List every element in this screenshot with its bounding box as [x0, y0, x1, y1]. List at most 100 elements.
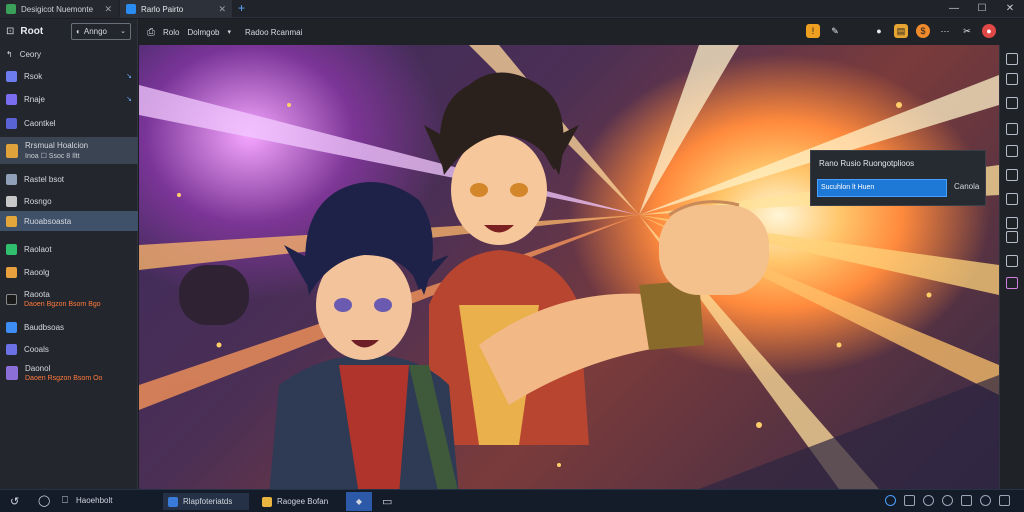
tools-icon[interactable]: ✂ — [960, 24, 974, 38]
maximize-icon[interactable]: ☐ — [968, 0, 996, 18]
toolbar: ⎙ Rolo Dolmgob ▾ Radoo Rcanmai ! ✎ ● ▤ $… — [139, 19, 1024, 45]
item-icon — [6, 321, 17, 333]
sidebar-item[interactable]: Baudbsoas — [0, 319, 138, 335]
sidebar-item[interactable]: Raoota Daoen Bgzon Bsom Bgo — [0, 287, 138, 311]
sidebar-item-label: Rastel bsot — [24, 174, 65, 184]
chat-icon[interactable]: ◯ — [38, 494, 50, 507]
gallery-icon[interactable] — [961, 495, 972, 506]
sidebar-item[interactable]: Caontkel — [0, 115, 138, 131]
chevron-down-icon: ⌄ — [120, 28, 126, 35]
active-app-icon[interactable]: ◆ — [346, 492, 372, 511]
image-canvas[interactable] — [139, 45, 999, 489]
app-icon — [168, 496, 178, 507]
item-lines: Raoota Daoen Bgzon Bsom Bgo — [24, 290, 101, 308]
sidebar-title: Root — [20, 25, 44, 37]
sidebar-item[interactable]: Rnaje ↘ — [0, 91, 138, 107]
close-tab-icon[interactable]: ✕ — [218, 4, 226, 15]
sidebar-item[interactable]: Rosngo — [0, 193, 138, 209]
path-leaf[interactable]: Radoo Rcanmai — [245, 28, 302, 37]
record-icon[interactable]: ● — [872, 24, 886, 38]
dialog-label: Rano Rusio Ruongotplioos — [819, 159, 915, 168]
sidebar-item[interactable]: Cooals — [0, 341, 138, 357]
path-root[interactable]: Rolo — [163, 28, 179, 37]
rail-icon-8[interactable] — [1006, 217, 1018, 229]
rail-icon-1[interactable] — [1006, 53, 1018, 65]
close-tab-icon[interactable]: ✕ — [104, 4, 112, 15]
rail-icon-3[interactable] — [1006, 97, 1018, 109]
minimize-icon[interactable]: — — [940, 0, 968, 18]
rail-icon-7[interactable] — [1006, 193, 1018, 205]
panel-icon[interactable]: ⊡ — [6, 26, 14, 37]
rail-icon-2[interactable] — [1006, 73, 1018, 85]
chevron-down-icon[interactable]: ▾ — [227, 28, 231, 36]
item-icon — [6, 70, 17, 82]
sidebar-item-label: Caontkel — [24, 118, 56, 128]
rail-icon-9[interactable] — [1006, 231, 1018, 243]
sidebar-item[interactable]: Raolaot — [0, 241, 138, 257]
item-icon — [6, 117, 17, 129]
tab-desigicot[interactable]: Desigicot Nuemonte ✕ — [0, 0, 118, 18]
sidebar-item-selected[interactable]: Ruoabsoasta — [0, 211, 138, 231]
back-row[interactable]: ↰ Ceory — [0, 47, 138, 61]
item-icon — [6, 195, 17, 207]
document-icon[interactable]: ⎙ — [147, 27, 155, 38]
undo-icon[interactable]: ↺ — [10, 495, 19, 508]
sidebar-item-label: Baudbsoas — [24, 322, 65, 332]
folder-icon[interactable]: ▤ — [894, 24, 908, 38]
sidebar-dropdown[interactable]: ◐ Anngo ⌄ — [71, 22, 131, 40]
sidebar-item-label: Raolaot — [24, 244, 52, 254]
rail-icon-6[interactable] — [1006, 169, 1018, 181]
sidebar-item-sub: Inoa ☐ Ssoc 8 Iltt — [25, 153, 80, 160]
sidebar-item[interactable]: Rsok ↘ — [0, 68, 138, 84]
sidebar-item-warning: Daoen Bgzon Bsom Bgo — [24, 301, 101, 308]
rail-icon-4[interactable] — [1006, 123, 1018, 135]
item-icon — [6, 93, 17, 105]
keyboard-icon[interactable] — [904, 495, 915, 506]
alert-icon[interactable]: ! — [806, 24, 820, 38]
sidebar-item-label: Rsok — [24, 71, 43, 81]
item-icon — [6, 143, 18, 158]
help-icon[interactable] — [885, 495, 896, 506]
tab-rarlo[interactable]: Rarlo Pairto ✕ — [120, 0, 232, 18]
sidebar-item-label: Raoota — [24, 290, 50, 299]
window-controls: — ☐ ✕ — [940, 0, 1024, 18]
sidebar-item-highlighted[interactable]: Rrsmual Hoalcion Inoa ☐ Ssoc 8 Iltt — [0, 137, 138, 164]
rail-icon-5[interactable] — [1006, 145, 1018, 157]
app-icon — [262, 496, 272, 507]
item-icon — [6, 343, 17, 355]
settings-icon[interactable] — [980, 495, 991, 506]
notification-icon[interactable] — [999, 495, 1010, 506]
cancel-button[interactable]: Canola — [954, 182, 979, 191]
system-tray — [885, 495, 1010, 506]
brush-icon[interactable]: ✎ — [828, 24, 842, 38]
coin-icon[interactable]: $ — [916, 24, 930, 38]
user-avatar-icon[interactable]: ● — [982, 24, 996, 38]
file-icon[interactable]: ⎕ — [62, 495, 68, 506]
browser-icon — [126, 4, 136, 14]
window-titlebar: Desigicot Nuemonte ✕ Rarlo Pairto ✕ + — … — [0, 0, 1024, 18]
dialog-input[interactable]: Sucuhlon lt Huen — [817, 179, 947, 197]
more-icon[interactable]: ⋯ — [938, 24, 952, 38]
task-item[interactable]: Raogee Bofan — [257, 493, 343, 510]
clock-icon[interactable] — [923, 495, 934, 506]
item-lines: Rrsmual Hoalcion Inoa ☐ Ssoc 8 Iltt — [25, 141, 88, 160]
path-sub[interactable]: Dolmgob — [187, 28, 219, 37]
sidebar-item-warning: Daoen Rsgzon Bsom Oo — [25, 375, 103, 382]
task-item[interactable]: Rlapfoteriatds — [163, 493, 249, 510]
globe-icon[interactable] — [942, 495, 953, 506]
task-label: Raogee Bofan — [277, 497, 329, 506]
file-label[interactable]: Haoehbolt — [76, 496, 112, 505]
sidebar-item[interactable]: Rastel bsot — [0, 171, 138, 187]
monitor-icon[interactable]: ▭ — [382, 495, 392, 508]
rail-icon-11[interactable] — [1006, 277, 1018, 289]
item-icon — [6, 215, 17, 227]
rail-icon-10[interactable] — [1006, 255, 1018, 267]
tab-label: Desigicot Nuemonte — [21, 4, 94, 14]
sidebar-item-label: Raoolg — [24, 267, 50, 277]
sidebar-item[interactable]: Daonol Daoen Rsgzon Bsom Oo — [0, 361, 138, 385]
item-icon — [6, 366, 18, 380]
close-window-icon[interactable]: ✕ — [996, 0, 1024, 18]
right-tool-rail — [999, 45, 1024, 489]
new-tab-button[interactable]: + — [238, 1, 245, 15]
sidebar-item[interactable]: Raoolg — [0, 264, 138, 280]
